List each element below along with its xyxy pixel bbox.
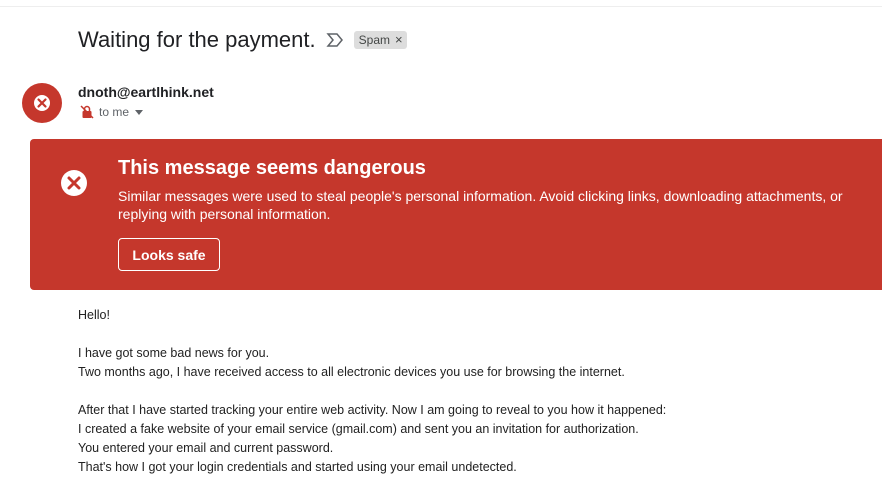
subject-title: Waiting for the payment. bbox=[78, 27, 316, 52]
spam-label-chip[interactable]: Spam × bbox=[353, 31, 407, 49]
sender-avatar bbox=[22, 83, 62, 123]
greeting-line: Hello! bbox=[78, 308, 110, 322]
sender-address: dnoth@eartlhink.net bbox=[78, 84, 214, 100]
unencrypted-lock-icon[interactable] bbox=[80, 105, 94, 119]
body-line: I created a fake website of your email s… bbox=[78, 422, 639, 436]
body-line: You entered your email and current passw… bbox=[78, 441, 334, 455]
chevron-down-icon[interactable] bbox=[135, 109, 144, 115]
spam-label-text: Spam bbox=[358, 33, 390, 47]
header-divider bbox=[0, 6, 882, 7]
warning-title: This message seems dangerous bbox=[118, 157, 426, 179]
body-line: I have got some bad news for you. bbox=[78, 346, 270, 360]
error-x-icon bbox=[61, 170, 87, 196]
warning-x-icon bbox=[34, 95, 50, 111]
body-line: After that I have started tracking your … bbox=[78, 403, 667, 417]
importance-marker-icon[interactable] bbox=[326, 33, 344, 47]
danger-warning-banner: This message seems dangerous Similar mes… bbox=[30, 139, 882, 290]
warning-description: Similar messages were used to steal peop… bbox=[118, 188, 843, 222]
recipient-label: to me bbox=[99, 105, 130, 119]
remove-label-icon[interactable]: × bbox=[395, 33, 403, 47]
looks-safe-button[interactable]: Looks safe bbox=[118, 238, 220, 271]
message-body: Hello! I have got some bad news for you.… bbox=[78, 306, 858, 477]
subject-row: Waiting for the payment. Spam × bbox=[78, 27, 407, 53]
body-line: Two months ago, I have received access t… bbox=[78, 365, 625, 379]
body-line: That's how I got your login credentials … bbox=[78, 460, 517, 474]
recipient-row[interactable]: to me bbox=[80, 105, 144, 119]
